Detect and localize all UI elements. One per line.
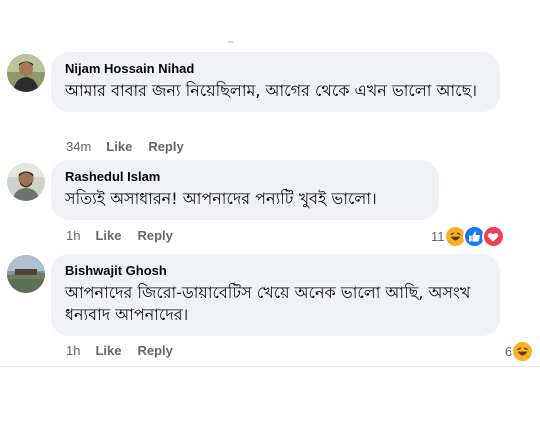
comment-text: আপনাদের জিরো-ডায়াবেটিস খেয়ে অনেক ভালো … xyxy=(65,283,471,324)
comment-bubble: Bishwajit Ghosh আপনাদের জিরো-ডায়াবেটিস … xyxy=(51,254,500,336)
comment-time[interactable]: 1h xyxy=(66,228,80,243)
reply-button[interactable]: Reply xyxy=(148,139,183,154)
comment-actions: 1h Like Reply xyxy=(66,228,189,243)
comment-bubble: Nijam Hossain Nihad আমার বাবার জন্য নিয়… xyxy=(51,52,500,112)
like-button[interactable]: Like xyxy=(95,343,121,358)
comment-text: সত্যিই অসাধারন! আপনাদের পন্যটি খুবই ভালো… xyxy=(65,189,377,208)
reaction-summary[interactable]: 11 xyxy=(431,225,505,248)
comments-section: { "comments": [ { "author": "Nijam Hossa… xyxy=(0,0,540,422)
like-button[interactable]: Like xyxy=(106,139,132,154)
like-button[interactable]: Like xyxy=(95,228,121,243)
avatar[interactable] xyxy=(7,255,45,293)
comment-time[interactable]: 34m xyxy=(66,139,91,154)
reaction-summary[interactable]: 6 xyxy=(505,340,535,363)
comment-text: আমার বাবার জন্য নিয়েছিলাম, আগের থেকে এখ… xyxy=(65,81,478,100)
comment-author[interactable]: Nijam Hossain Nihad xyxy=(65,61,486,77)
comment-author[interactable]: Bishwajit Ghosh xyxy=(65,263,486,279)
avatar[interactable] xyxy=(7,54,45,92)
scroll-indicator xyxy=(228,41,234,43)
comment-actions: 34m Like Reply xyxy=(66,139,200,154)
avatar[interactable] xyxy=(7,163,45,201)
comment-actions: 1h Like Reply xyxy=(66,343,189,358)
divider xyxy=(0,366,540,367)
reaction-count: 11 xyxy=(431,229,445,244)
haha-icon xyxy=(511,340,535,363)
reply-button[interactable]: Reply xyxy=(137,228,172,243)
comment-author[interactable]: Rashedul Islam xyxy=(65,169,425,185)
comment-bubble: Rashedul Islam সত্যিই অসাধারন! আপনাদের প… xyxy=(51,160,439,220)
comment-time[interactable]: 1h xyxy=(66,343,80,358)
reply-button[interactable]: Reply xyxy=(137,343,172,358)
love-icon xyxy=(481,225,505,248)
